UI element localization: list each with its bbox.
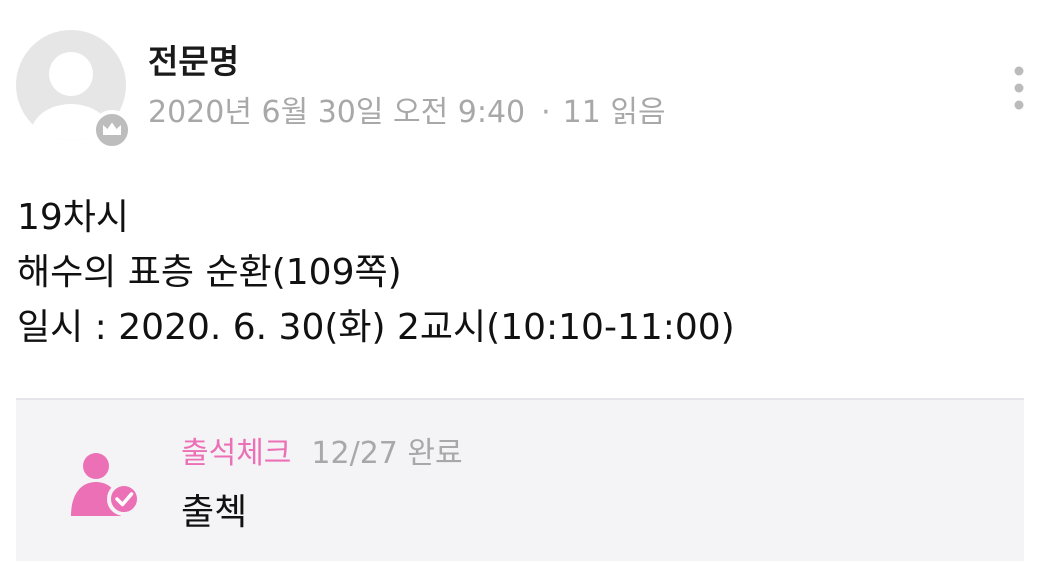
- attendance-badge: [68, 450, 144, 518]
- post-body-line: 19차시: [17, 197, 130, 238]
- crown-badge: [92, 110, 132, 150]
- meta-separator: ·: [541, 95, 551, 130]
- post-body: 19차시 해수의 표층 순환(109쪽) 일시 : 2020. 6. 30(화)…: [17, 190, 735, 355]
- more-vertical-icon: [1014, 66, 1024, 110]
- comment-status: 12/27 완료: [311, 436, 463, 471]
- post-view-count: 11 읽음: [562, 95, 666, 130]
- crown-icon: [92, 110, 132, 150]
- comment-header: 출석체크 12/27 완료: [181, 432, 463, 476]
- post-meta: 2020년 6월 30일 오전 9:40 · 11 읽음: [148, 92, 666, 134]
- comment-author[interactable]: 출석체크: [181, 436, 291, 471]
- user-check-icon: [71, 453, 141, 516]
- post-body-line: 해수의 표층 순환(109쪽): [17, 252, 402, 293]
- post-date: 2020년 6월 30일 오전 9:40: [148, 95, 526, 130]
- more-menu-button[interactable]: [1004, 64, 1034, 112]
- comment-card: 출석체크 12/27 완료 출첵: [16, 398, 1024, 561]
- comment-text: 출첵: [181, 492, 248, 533]
- post-author-name[interactable]: 전문명: [148, 40, 239, 84]
- post-body-line: 일시 : 2020. 6. 30(화) 2교시(10:10-11:00): [17, 307, 735, 348]
